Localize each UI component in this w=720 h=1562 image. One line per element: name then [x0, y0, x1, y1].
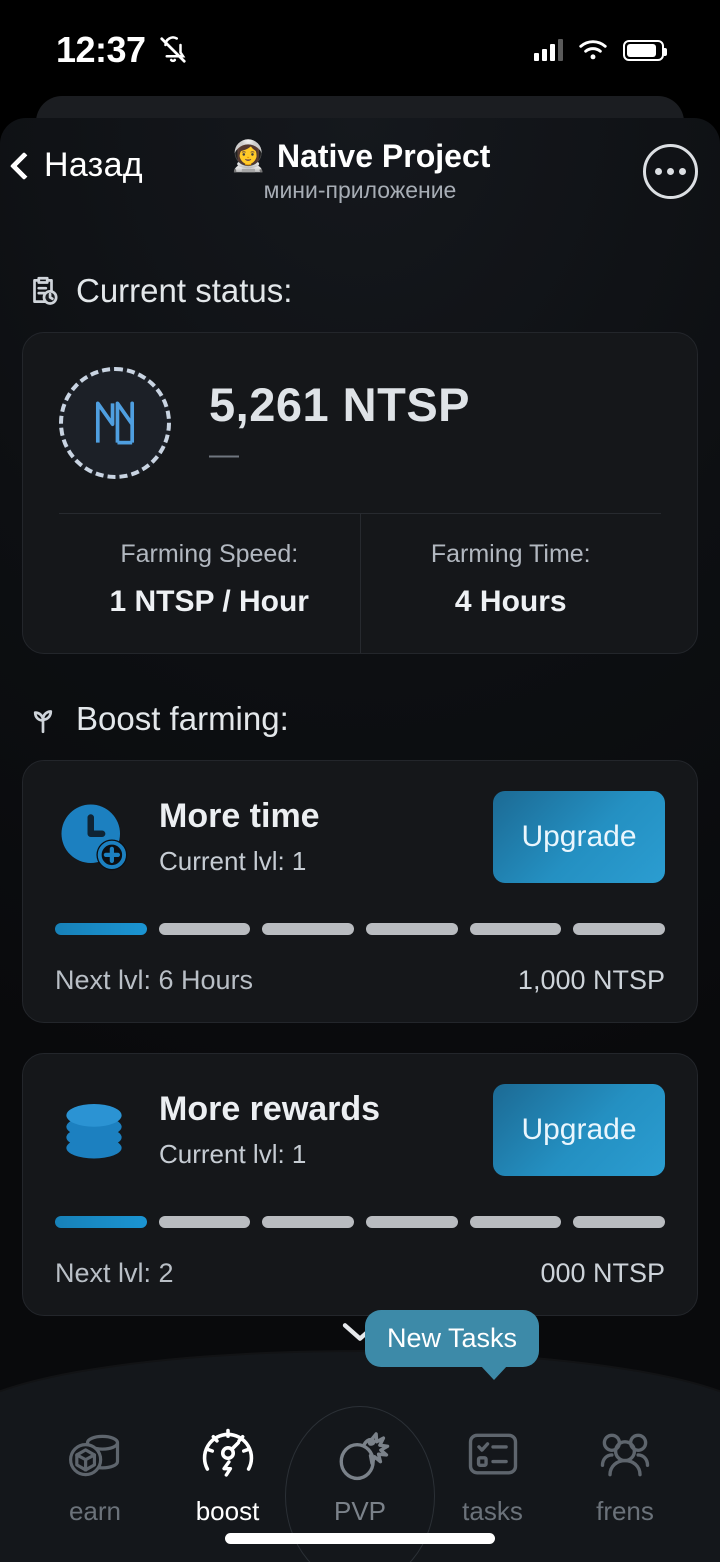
- boost-card-more-time: More time Current lvl: 1 Upgrade Next lv…: [22, 760, 698, 1023]
- progress-segment: [55, 923, 147, 935]
- nav-item-tasks[interactable]: tasks: [434, 1424, 552, 1527]
- balance-amount: 5,261 NTSP: [209, 377, 471, 431]
- ntsp-logo-icon: [59, 367, 171, 479]
- mini-app-sheet: Назад 👩‍🚀 Native Project мини-приложение: [0, 118, 720, 1562]
- page-subtitle: мини-приложение: [263, 177, 457, 203]
- progress-segment: [469, 1216, 562, 1228]
- new-tasks-tooltip[interactable]: New Tasks: [365, 1310, 540, 1380]
- progress-segment: [573, 1216, 666, 1228]
- progress-segment: [469, 923, 562, 935]
- page-title-text: Native Project: [276, 138, 491, 174]
- boost-card-footer: Next lvl: 2 000 NTSP: [55, 1258, 665, 1289]
- bottom-nav: New Tasks earn boost PVP tasks frens: [0, 1310, 720, 1562]
- status-bar-right: [534, 39, 667, 61]
- status-bar-left: 12:37: [56, 29, 188, 71]
- section-title: Boost farming:: [76, 700, 289, 737]
- nav-item-frens[interactable]: frens: [566, 1424, 684, 1527]
- boost-name: More rewards: [159, 1090, 381, 1128]
- farming-time-stat: Farming Time: 4 Hours: [361, 514, 662, 653]
- balance-block: 5,261 NTSP —: [209, 377, 470, 470]
- people-group-icon: [595, 1424, 655, 1484]
- upgrade-cost: 000 NTSP: [540, 1258, 665, 1288]
- next-level-label: Next lvl: 6 Hours: [55, 965, 254, 995]
- progress-segment: [262, 1216, 355, 1228]
- boost-level: Current lvl: 1: [159, 1139, 307, 1169]
- coin-cube-icon: [65, 1424, 125, 1484]
- boost-card-header: More rewards Current lvl: 1 Upgrade: [55, 1084, 665, 1176]
- nav-label: PVP: [333, 1496, 387, 1526]
- progress-segment: [158, 923, 251, 935]
- speedometer-icon: [198, 1424, 258, 1484]
- boost-card-header: More time Current lvl: 1 Upgrade: [55, 791, 665, 883]
- more-options-icon[interactable]: [643, 144, 698, 199]
- progress-segment: [366, 1216, 458, 1228]
- progress-segment: [55, 1216, 147, 1228]
- progress-segment: [366, 923, 458, 935]
- app-header: Назад 👩‍🚀 Native Project мини-приложение: [0, 118, 720, 226]
- coin-stack-icon: [55, 1091, 133, 1169]
- stat-label: Farming Speed:: [120, 540, 299, 568]
- nav-item-pvp[interactable]: PVP: [301, 1424, 419, 1527]
- boost-card-text: More rewards Current lvl: 1: [159, 1090, 467, 1170]
- farming-speed-stat: Farming Speed: 1 NTSP / Hour: [59, 514, 361, 653]
- nav-item-boost[interactable]: boost: [169, 1424, 287, 1527]
- phone-screen: 12:37 Назад: [0, 0, 720, 1562]
- stat-label: Farming Time:: [430, 540, 591, 568]
- nav-label: earn: [68, 1496, 122, 1526]
- wifi-icon: [579, 40, 607, 60]
- progress-segment: [262, 923, 355, 935]
- clock-plus-icon: [55, 798, 133, 876]
- bell-slash-icon: [159, 36, 186, 63]
- balance-row: 5,261 NTSP —: [59, 367, 661, 513]
- page-title: 👩‍🚀 Native Project: [0, 138, 720, 175]
- stat-value: 4 Hours: [454, 585, 567, 618]
- level-progress-bar: [55, 923, 666, 935]
- boost-name: More time: [159, 797, 320, 835]
- app-body: Current status: 5,261 NTSP — Farming Spe…: [0, 272, 720, 1316]
- balance-subtext: —: [209, 437, 239, 471]
- nav-item-earn[interactable]: earn: [36, 1424, 154, 1527]
- status-bar: 12:37: [0, 0, 720, 100]
- current-status-heading: Current status:: [26, 272, 698, 310]
- progress-segment: [158, 1216, 251, 1228]
- boost-farming-heading: Boost farming:: [26, 700, 698, 738]
- boost-card-footer: Next lvl: 6 Hours 1,000 NTSP: [55, 965, 665, 996]
- upgrade-button[interactable]: Upgrade: [493, 791, 665, 883]
- home-indicator: [225, 1533, 495, 1544]
- boost-level: Current lvl: 1: [159, 846, 307, 876]
- upgrade-button[interactable]: Upgrade: [493, 1084, 665, 1176]
- battery-icon: [623, 39, 667, 61]
- sprout-icon: [26, 702, 60, 736]
- nav-label: frens: [596, 1496, 654, 1526]
- cellular-signal-icon: [534, 39, 563, 61]
- progress-segment: [573, 923, 666, 935]
- level-progress-bar: [55, 1216, 666, 1228]
- nav-label: boost: [195, 1496, 260, 1526]
- checklist-icon: [463, 1424, 523, 1484]
- astronaut-emoji-icon: 👩‍🚀: [229, 139, 267, 173]
- boost-card-more-rewards: More rewards Current lvl: 1 Upgrade Next…: [22, 1053, 698, 1316]
- boost-card-text: More time Current lvl: 1: [159, 797, 467, 877]
- stat-value: 1 NTSP / Hour: [109, 585, 309, 618]
- clock: 12:37: [56, 29, 146, 70]
- status-card: 5,261 NTSP — Farming Speed: 1 NTSP / Hou…: [22, 332, 698, 654]
- header-center: 👩‍🚀 Native Project мини-приложение: [0, 138, 720, 204]
- next-level-label: Next lvl: 2: [55, 1258, 174, 1288]
- section-title: Current status:: [76, 272, 293, 309]
- bomb-icon: [330, 1424, 390, 1484]
- farming-stats: Farming Speed: 1 NTSP / Hour Farming Tim…: [59, 513, 661, 653]
- nav-label: tasks: [462, 1496, 523, 1526]
- clipboard-clock-icon: [26, 274, 60, 308]
- upgrade-cost: 1,000 NTSP: [517, 965, 665, 995]
